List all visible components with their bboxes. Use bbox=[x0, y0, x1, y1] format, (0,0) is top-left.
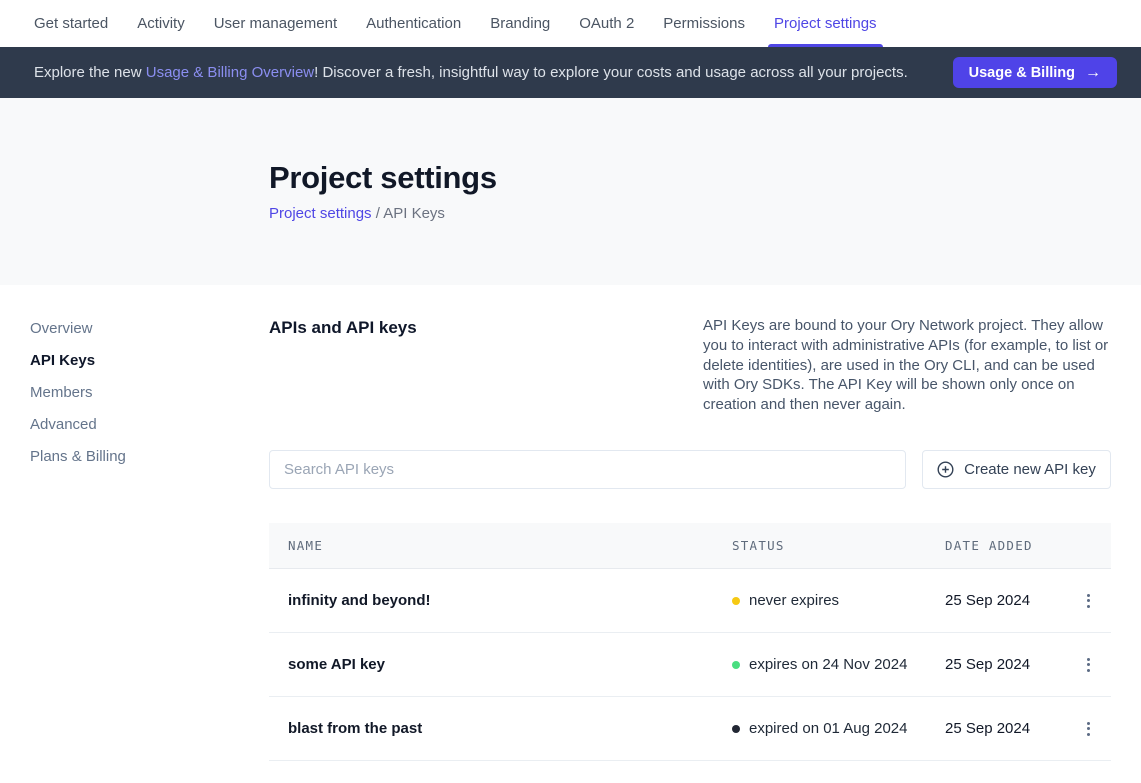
status-label: never expires bbox=[749, 592, 839, 609]
column-header-date-added: DATE ADDED bbox=[945, 538, 1066, 553]
page-title: Project settings bbox=[269, 160, 1141, 196]
breadcrumb-current: API Keys bbox=[383, 205, 445, 222]
status-label: expires on 24 Nov 2024 bbox=[749, 656, 907, 673]
create-api-key-label: Create new API key bbox=[964, 461, 1096, 478]
search-input[interactable] bbox=[269, 450, 906, 489]
breadcrumb: Project settings / API Keys bbox=[269, 205, 1141, 222]
column-header-name: NAME bbox=[269, 538, 732, 553]
section-title: APIs and API keys bbox=[269, 318, 417, 338]
table-controls: Create new API key bbox=[269, 450, 1111, 489]
usage-billing-button[interactable]: Usage & Billing → bbox=[953, 57, 1117, 88]
status-cell: never expires bbox=[732, 592, 945, 609]
table-body: infinity and beyond! never expires 25 Sep … bbox=[269, 569, 1111, 761]
status-cell: expires on 24 Nov 2024 bbox=[732, 656, 945, 673]
row-actions-kebab-button[interactable] bbox=[1081, 716, 1096, 742]
page-header: Project settings Project settings / API … bbox=[0, 98, 1141, 285]
api-key-name: infinity and beyond! bbox=[269, 592, 732, 609]
nav-tab-project-settings[interactable]: Project settings bbox=[774, 0, 877, 47]
banner-text-after: ! Discover a fresh, insightful way to ex… bbox=[314, 64, 908, 81]
nav-tab-branding[interactable]: Branding bbox=[490, 0, 550, 47]
nav-tab-get-started[interactable]: Get started bbox=[34, 0, 108, 47]
nav-tab-authentication[interactable]: Authentication bbox=[366, 0, 461, 47]
column-header-status: STATUS bbox=[732, 538, 945, 553]
row-actions-kebab-button[interactable] bbox=[1081, 588, 1096, 614]
date-added: 25 Sep 2024 bbox=[945, 656, 1066, 673]
usage-billing-button-label: Usage & Billing bbox=[969, 65, 1075, 81]
status-dot-icon bbox=[732, 725, 740, 733]
content-area: Overview API Keys Members Advanced Plans & B… bbox=[0, 285, 1141, 783]
nav-tab-activity[interactable]: Activity bbox=[137, 0, 185, 47]
sidebar-item-plans-billing[interactable]: Plans & Billing bbox=[30, 447, 230, 466]
announcement-banner: Explore the new Usage & Billing Overview… bbox=[0, 47, 1141, 98]
api-key-name: some API key bbox=[269, 656, 732, 673]
nav-tab-permissions[interactable]: Permissions bbox=[663, 0, 745, 47]
api-key-name: blast from the past bbox=[269, 720, 732, 737]
breadcrumb-project-settings-link[interactable]: Project settings bbox=[269, 205, 372, 222]
status-cell: expired on 01 Aug 2024 bbox=[732, 720, 945, 737]
api-keys-table: NAME STATUS DATE ADDED infinity and beyo… bbox=[269, 523, 1111, 761]
status-label: expired on 01 Aug 2024 bbox=[749, 720, 907, 737]
create-api-key-button[interactable]: Create new API key bbox=[922, 450, 1111, 489]
nav-tab-user-management[interactable]: User management bbox=[214, 0, 337, 47]
sidebar-item-advanced[interactable]: Advanced bbox=[30, 415, 230, 434]
table-row: infinity and beyond! never expires 25 Sep … bbox=[269, 569, 1111, 633]
row-actions-kebab-button[interactable] bbox=[1081, 652, 1096, 678]
banner-text: Explore the new Usage & Billing Overview… bbox=[34, 64, 953, 81]
table-row: blast from the past expired on 01 Aug 202… bbox=[269, 697, 1111, 761]
sidebar-item-api-keys[interactable]: API Keys bbox=[30, 351, 230, 370]
table-row: some API key expires on 24 Nov 2024 25 Sep… bbox=[269, 633, 1111, 697]
table-header-row: NAME STATUS DATE ADDED bbox=[269, 523, 1111, 569]
sidebar-item-overview[interactable]: Overview bbox=[30, 319, 230, 338]
api-keys-section: APIs and API keys API Keys are bound to … bbox=[269, 318, 1111, 768]
status-dot-icon bbox=[732, 597, 740, 605]
settings-sidebar: Overview API Keys Members Advanced Plans & B… bbox=[30, 319, 230, 479]
breadcrumb-separator: / bbox=[372, 205, 384, 222]
arrow-right-icon: → bbox=[1085, 64, 1101, 82]
sidebar-item-members[interactable]: Members bbox=[30, 383, 230, 402]
date-added: 25 Sep 2024 bbox=[945, 592, 1066, 609]
banner-text-before: Explore the new bbox=[34, 64, 146, 81]
section-description: API Keys are bound to your Ory Network p… bbox=[703, 316, 1111, 415]
date-added: 25 Sep 2024 bbox=[945, 720, 1066, 737]
status-dot-icon bbox=[732, 661, 740, 669]
top-nav: Get started Activity User management Authen… bbox=[0, 0, 1141, 47]
nav-tab-oauth-2[interactable]: OAuth 2 bbox=[579, 0, 634, 47]
plus-circle-icon bbox=[937, 461, 954, 478]
usage-billing-overview-link[interactable]: Usage & Billing Overview bbox=[146, 64, 314, 81]
